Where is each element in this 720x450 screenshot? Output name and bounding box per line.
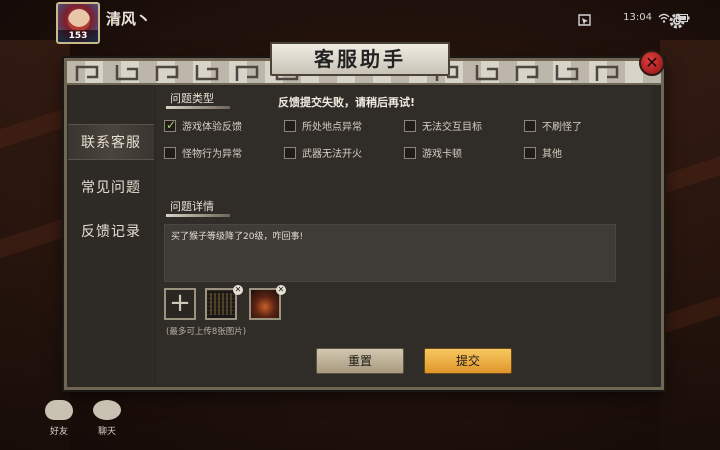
upload-limit-hint: (最多可上传8张图片) (166, 327, 247, 337)
checkbox-label: 怪物行为异常 (182, 149, 242, 160)
checkbox-box[interactable] (404, 146, 416, 159)
checkbox-other[interactable]: 其他 (524, 145, 562, 160)
avatar-portrait (68, 9, 90, 31)
checkbox-label: 无法交互目标 (422, 122, 482, 133)
settings-gear-icon[interactable] (668, 12, 686, 30)
checkbox-weapon-fire[interactable]: 武器无法开火 (284, 145, 362, 160)
checkbox-box[interactable] (284, 119, 296, 132)
add-image-button[interactable]: + (164, 288, 196, 320)
checkbox-box[interactable] (284, 146, 296, 159)
background-pillar-right (660, 40, 720, 450)
chat-bubble-icon (93, 400, 121, 420)
chat-label: 聊天 (97, 427, 116, 437)
chat-button[interactable]: 聊天 (90, 400, 124, 437)
checkbox-label: 所处地点异常 (302, 122, 362, 133)
dialog-title: 客服助手 (270, 42, 450, 76)
friends-label: 好友 (49, 427, 68, 437)
checkbox-box[interactable] (404, 119, 416, 132)
error-message: 反馈提交失败，请稍后再试! (278, 96, 416, 109)
player-avatar[interactable]: 153 (56, 2, 100, 44)
checkbox-box[interactable] (524, 119, 536, 132)
checkbox-cannot-interact[interactable]: 无法交互目标 (404, 118, 482, 133)
nav-feedback-history[interactable]: 反馈记录 (68, 214, 154, 250)
checkbox-box[interactable] (524, 146, 536, 159)
pointer-icon[interactable] (578, 13, 592, 27)
cat-icon (45, 400, 73, 420)
uploaded-image-thumbnail[interactable] (205, 288, 237, 320)
clock: 13:04 (623, 12, 652, 23)
checkbox-game-experience[interactable]: 游戏体验反馈 (164, 118, 242, 133)
checkbox-no-spawn[interactable]: 不刷怪了 (524, 118, 582, 133)
reset-button[interactable]: 重置 (316, 348, 404, 374)
checkbox-label: 游戏体验反馈 (182, 122, 242, 133)
checkbox-label: 武器无法开火 (302, 149, 362, 160)
checkbox-label: 其他 (542, 149, 562, 160)
nav-contact-service[interactable]: 联系客服 (68, 124, 154, 160)
problem-detail-input[interactable]: 买了猴子等级降了20级，咋回事! (164, 224, 616, 282)
remove-image-icon[interactable]: ✕ (276, 285, 286, 295)
friends-button[interactable]: 好友 (42, 400, 76, 437)
submit-button[interactable]: 提交 (424, 348, 512, 374)
checkbox-monster-behavior[interactable]: 怪物行为异常 (164, 145, 242, 160)
checkbox-location-anomaly[interactable]: 所处地点异常 (284, 118, 362, 133)
checkbox-label: 不刷怪了 (542, 122, 582, 133)
player-name: 清风丶 (106, 10, 152, 28)
nav-faq[interactable]: 常见问题 (68, 170, 154, 206)
problem-type-label: 问题类型 (166, 92, 230, 109)
problem-detail-label: 问题详情 (166, 200, 230, 217)
close-button[interactable]: ✕ (639, 50, 665, 76)
dialog-sidebar: 联系客服 常见问题 反馈记录 (68, 86, 154, 386)
checkbox-box[interactable] (164, 146, 176, 159)
checkbox-box[interactable] (164, 118, 176, 132)
player-level: 153 (58, 30, 98, 42)
checkbox-label: 游戏卡顿 (422, 149, 462, 160)
remove-image-icon[interactable]: ✕ (233, 285, 243, 295)
checkbox-lag[interactable]: 游戏卡顿 (404, 145, 462, 160)
